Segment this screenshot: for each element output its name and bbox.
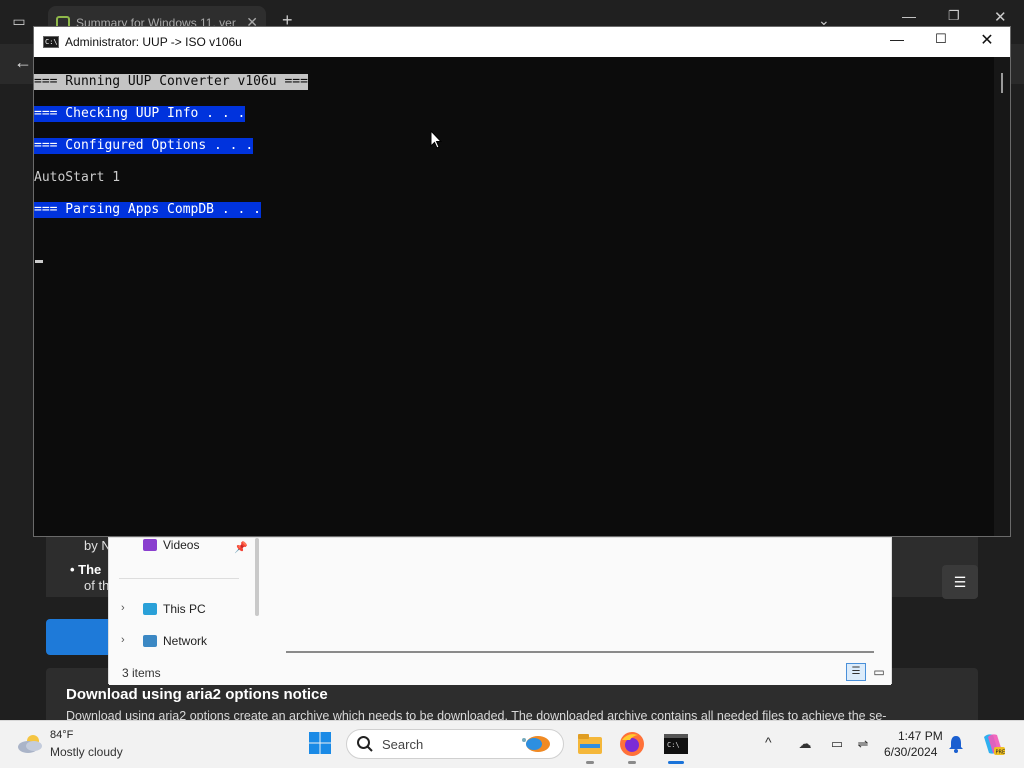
nav-item-this-pc[interactable]: This PC: [143, 602, 206, 616]
windows-start-icon[interactable]: [308, 731, 332, 755]
text-cursor: [35, 260, 43, 263]
chevron-right-icon[interactable]: ›: [121, 634, 125, 646]
scrollbar-thumb[interactable]: [1001, 73, 1003, 93]
nav-divider: [119, 578, 239, 579]
pin-icon[interactable]: 📌: [234, 541, 248, 554]
app-active-indicator: [668, 761, 684, 764]
weather-description[interactable]: Mostly cloudy: [50, 745, 123, 759]
nav-item-network[interactable]: Network: [143, 634, 207, 648]
tray-overflow-chevron[interactable]: ^: [765, 734, 772, 750]
notification-bell-icon[interactable]: [948, 735, 964, 753]
clock-date[interactable]: 6/30/2024: [884, 745, 937, 759]
details-view-button[interactable]: ☰: [846, 663, 866, 681]
clock-time[interactable]: 1:47 PM: [898, 729, 943, 743]
nav-item-videos[interactable]: Videos: [143, 538, 199, 552]
chevron-right-icon[interactable]: ›: [121, 602, 125, 614]
back-arrow-icon[interactable]: ←: [14, 52, 32, 73]
tab-actions-icon[interactable]: ▭: [10, 12, 28, 30]
weather-temperature[interactable]: 84°F: [50, 729, 73, 741]
console-icon: C:\: [43, 36, 59, 48]
computer-icon: [143, 603, 157, 615]
tiles-view-button[interactable]: ▭: [869, 663, 889, 681]
copilot-icon[interactable]: PRE: [980, 731, 1006, 757]
console-line: === Running UUP Converter v106u ===: [34, 74, 308, 90]
status-item-count: 3 items: [122, 666, 161, 680]
notice-title: Download using aria2 options notice: [66, 686, 328, 703]
console-line: === Checking UUP Info . . .: [34, 106, 246, 122]
console-line: AutoStart 1: [34, 170, 121, 185]
app-running-indicator: [586, 761, 594, 764]
console-titlebar[interactable]: C:\ Administrator: UUP -> ISO v106u — ☐ …: [34, 27, 1010, 57]
mouse-pointer-icon: [430, 130, 442, 149]
onedrive-icon[interactable]: ☁: [796, 735, 814, 753]
videos-icon: [143, 539, 157, 551]
network-icon: [143, 635, 157, 647]
explorer-nav-pane: Videos 📌 › This PC › Network: [109, 538, 257, 660]
app-running-indicator: [628, 761, 636, 764]
console-line: === Parsing Apps CompDB . . .: [34, 202, 261, 218]
display-icon[interactable]: ▭: [828, 735, 846, 753]
network-status-icon[interactable]: ⇌: [854, 735, 872, 753]
close-button[interactable]: ✕: [972, 30, 1002, 52]
nav-scrollbar[interactable]: [255, 538, 259, 616]
cloudy-weather-icon[interactable]: [16, 732, 44, 754]
terminal-icon[interactable]: C:\: [662, 730, 690, 758]
page-bullet-text-continued: of th: [84, 578, 110, 593]
explorer-statusbar: [109, 661, 891, 685]
list-icon[interactable]: ☰: [942, 565, 978, 599]
firefox-icon[interactable]: [618, 730, 646, 758]
svg-text:PRE: PRE: [996, 750, 1006, 756]
minimize-button[interactable]: —: [882, 31, 912, 53]
browser-restore-button[interactable]: ❐: [948, 8, 960, 24]
file-explorer-window: Videos 📌 › This PC › Network 3 items ☰ ▭: [108, 537, 892, 685]
nav-item-label: Videos: [163, 538, 200, 552]
console-scrollbar[interactable]: [994, 57, 1010, 536]
horizontal-scrollbar[interactable]: [286, 651, 874, 653]
page-bullet: • The: [70, 562, 102, 577]
nav-item-label: This PC: [163, 602, 206, 616]
browser-close-button[interactable]: ✕: [994, 8, 1007, 26]
file-explorer-icon[interactable]: [576, 730, 604, 758]
search-label[interactable]: Search: [382, 737, 423, 752]
console-output[interactable]: === Running UUP Converter v106u === === …: [34, 57, 994, 536]
search-highlight-icon[interactable]: [516, 732, 556, 756]
download-button[interactable]: [46, 619, 110, 655]
browser-minimize-button[interactable]: —: [902, 8, 916, 24]
console-line: === Configured Options . . .: [34, 138, 254, 154]
svg-text:C:\: C:\: [667, 741, 680, 749]
console-title: Administrator: UUP -> ISO v106u: [65, 35, 242, 49]
maximize-button[interactable]: ☐: [926, 31, 956, 53]
console-window: C:\ Administrator: UUP -> ISO v106u — ☐ …: [33, 26, 1011, 537]
nav-item-label: Network: [163, 634, 208, 648]
search-icon: [357, 736, 373, 752]
page-bullet-text: The: [78, 562, 102, 577]
page-byline: by N: [84, 538, 111, 553]
